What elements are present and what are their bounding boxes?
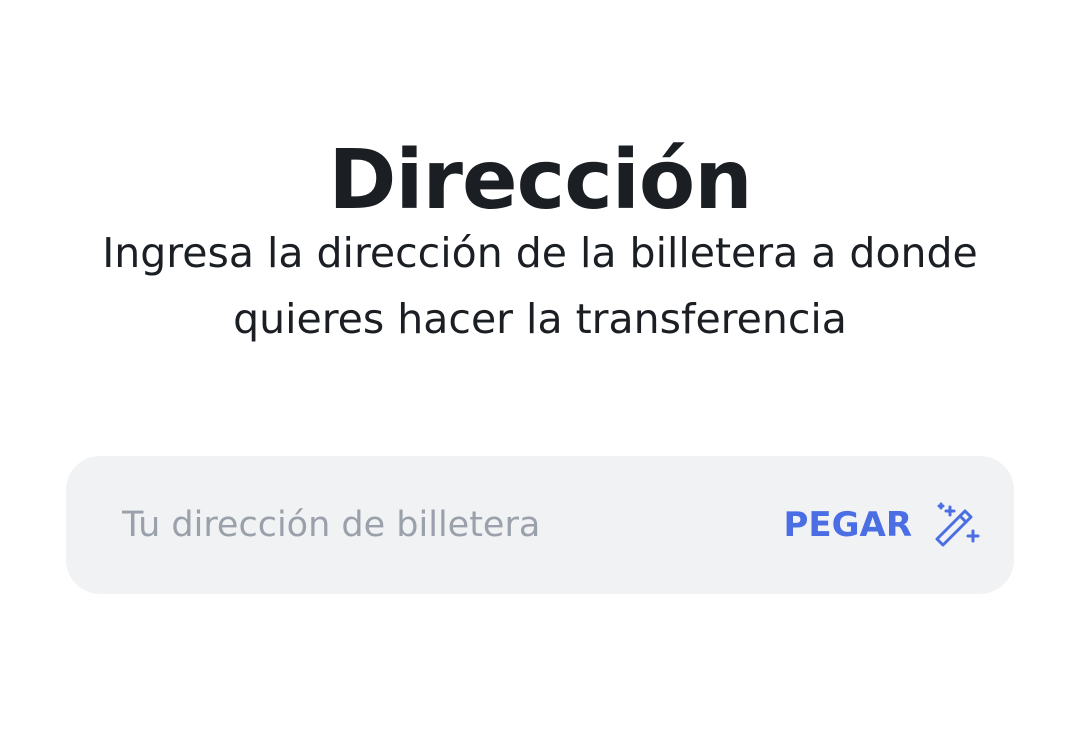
paste-button[interactable]: PEGAR [783, 501, 980, 549]
page-title: Dirección [328, 132, 752, 228]
wallet-address-input[interactable] [122, 495, 784, 555]
paste-button-label: PEGAR [783, 505, 912, 545]
page-subtitle: Ingresa la dirección de la billetera a d… [102, 229, 978, 343]
magic-wand-icon [932, 501, 980, 549]
wallet-address-field[interactable]: PEGAR [66, 456, 1014, 594]
